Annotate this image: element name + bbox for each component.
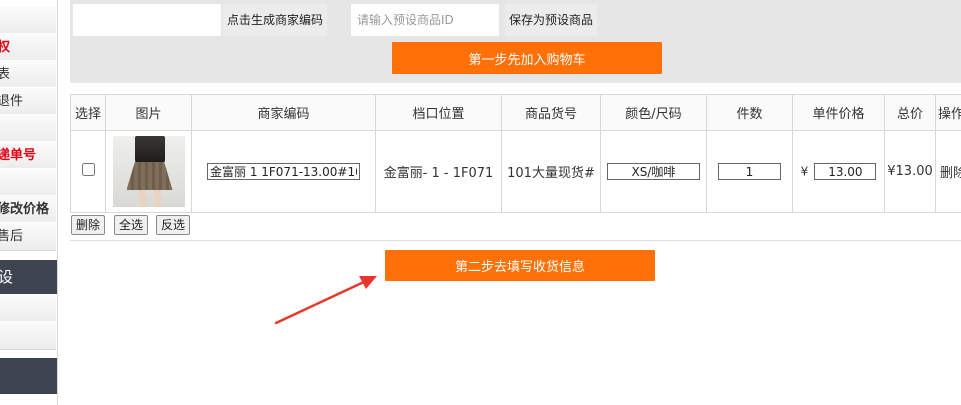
sidebar-item-label: 表 (0, 61, 56, 88)
sidebar-item-8[interactable]: 修改价格 (0, 195, 56, 224)
sidebar-item-6[interactable]: 递单号 (0, 141, 56, 170)
stall-cell: 金富丽- 1 - 1F071 (375, 130, 502, 213)
sidebar-item-9[interactable]: 售后 (0, 222, 56, 251)
currency-symbol: ¥ (800, 164, 809, 179)
sidebar-item-label: 修改价格 (0, 202, 50, 217)
generate-code-button[interactable]: 点击生成商家编码 (223, 4, 328, 36)
item-no-cell: 101大量现货# (501, 130, 601, 213)
column-header-total: 总价 (884, 94, 936, 131)
sidebar-item-10[interactable] (0, 294, 56, 323)
divider (70, 240, 961, 241)
column-header-merchant-code: 商家编码 (191, 94, 376, 131)
sidebar-item-label: 退件 (0, 94, 24, 109)
qty-cell (706, 130, 793, 213)
add-to-cart-button[interactable]: 第一步先加入购物车 (392, 42, 662, 74)
sidebar-item-2[interactable]: 权 (0, 33, 56, 62)
quantity-field[interactable] (718, 163, 781, 180)
merchant-code-input[interactable] (73, 4, 221, 36)
save-preset-button[interactable]: 保存为预设商品 (505, 4, 598, 36)
row-checkbox[interactable] (81, 163, 95, 176)
select-all-button[interactable]: 全选 (114, 215, 149, 235)
select-cell (70, 130, 106, 213)
color-size-cell (600, 130, 707, 213)
preset-id-input[interactable] (351, 4, 499, 36)
table-row: 金富丽- 1 - 1F071 101大量现货# ¥ ¥13.00 删除 (70, 130, 961, 213)
unit-price-cell: ¥ (792, 130, 885, 213)
delete-button[interactable]: 删除 (71, 215, 106, 235)
sidebar-item-11[interactable] (0, 321, 56, 350)
invert-selection-button[interactable]: 反选 (156, 215, 191, 235)
column-header-item-no: 商品货号 (501, 94, 601, 131)
image-cell (105, 130, 192, 213)
column-header-image: 图片 (105, 94, 192, 131)
fill-shipping-info-button[interactable]: 第二步去填写收货信息 (385, 250, 655, 281)
sidebar-item-3[interactable]: 表 (0, 60, 56, 89)
sidebar-item-5[interactable] (0, 114, 56, 143)
column-header-select: 选择 (70, 94, 106, 131)
cart-table: 选择 图片 商家编码 档口位置 商品货号 颜色/尺码 件数 单件价格 总价 操作 (70, 94, 961, 213)
sidebar-item-label: 售后 (0, 229, 24, 244)
column-header-qty: 件数 (706, 94, 793, 131)
merchant-code-cell (191, 130, 376, 213)
total-cell: ¥13.00 (884, 130, 936, 213)
column-header-action: 操作 (935, 94, 961, 131)
sidebar-item-1[interactable] (0, 6, 56, 35)
merchant-code-field[interactable] (207, 163, 360, 180)
sidebar-section-label: 设 (0, 268, 13, 286)
sidebar-item-label: 递单号 (0, 148, 37, 163)
sidebar-item-label: 权 (0, 34, 56, 61)
sidebar-item-4[interactable]: 退件 (0, 87, 56, 116)
sidebar-section-header-2[interactable] (0, 358, 57, 394)
color-size-field[interactable] (607, 163, 700, 180)
sidebar-item-7[interactable] (0, 168, 56, 197)
sidebar: 权 表 退件 递单号 修改价格 售后 设 (0, 0, 58, 405)
column-header-color-size: 颜色/尺码 (600, 94, 707, 131)
column-header-stall: 档口位置 (375, 94, 502, 131)
table-header-row: 选择 图片 商家编码 档口位置 商品货号 颜色/尺码 件数 单件价格 总价 操作 (70, 94, 961, 131)
sidebar-section-header[interactable]: 设 (0, 260, 57, 294)
column-header-unit-price: 单件价格 (792, 94, 885, 131)
unit-price-field[interactable] (814, 163, 877, 180)
product-thumbnail[interactable] (112, 136, 185, 207)
delete-row-link[interactable]: 删除 (935, 130, 961, 213)
